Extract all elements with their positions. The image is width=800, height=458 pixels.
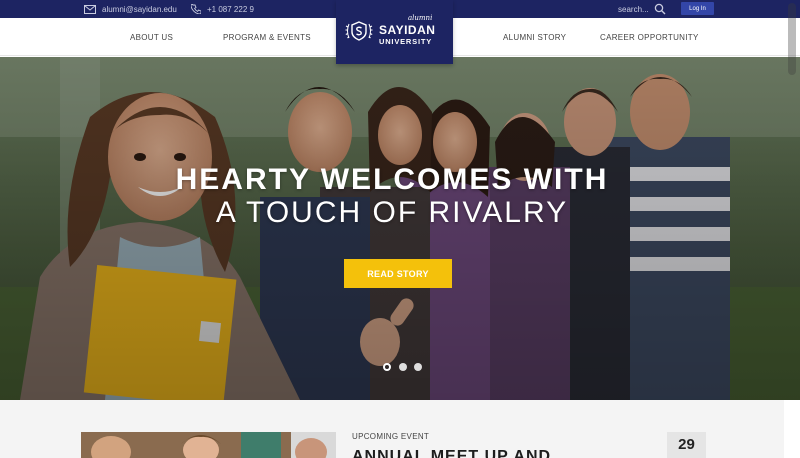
nav-item-alumni-story[interactable]: ALUMNI STORY — [503, 18, 566, 56]
read-story-button[interactable]: READ STORY — [344, 259, 452, 288]
login-button[interactable]: Log In — [681, 2, 714, 15]
event-title[interactable]: ANNUAL MEET UP AND — [352, 448, 551, 458]
logo-subtitle: UNIVERSITY — [379, 37, 433, 46]
event-day: 29 — [678, 436, 695, 453]
envelope-icon — [84, 4, 96, 14]
university-emblem-icon — [345, 21, 373, 41]
scrollbar-thumb[interactable] — [788, 3, 796, 75]
phone-icon — [191, 4, 201, 14]
hero-title: HEARTY WELCOMES WITH — [175, 163, 609, 196]
search-icon[interactable] — [654, 3, 666, 15]
phone-text: +1 087 222 9 — [207, 4, 254, 14]
slider-dot-2[interactable] — [399, 363, 407, 371]
event-date-badge: 29 — [667, 432, 706, 458]
phone-contact[interactable]: +1 087 222 9 — [191, 0, 254, 18]
upcoming-event-section: UPCOMING EVENT ANNUAL MEET UP AND 29 — [0, 400, 784, 458]
email-text: alumni@sayidan.edu — [102, 4, 177, 14]
nav-item-about-us[interactable]: ABOUT US — [130, 18, 173, 56]
nav-item-career-opportunity[interactable]: CAREER OPPORTUNITY — [600, 18, 699, 56]
hero-subtitle: A TOUCH OF RIVALRY — [215, 196, 569, 229]
slider-dot-3[interactable] — [414, 363, 422, 371]
slider-dot-1[interactable] — [383, 363, 391, 371]
hero-slider: HEARTY WELCOMES WITH A TOUCH OF RIVALRY … — [0, 57, 800, 400]
logo-alumni-text: alumni — [408, 14, 433, 22]
event-photo — [81, 432, 336, 458]
email-contact[interactable]: alumni@sayidan.edu — [84, 0, 177, 18]
site-logo[interactable]: alumni SAYIDAN UNIVERSITY — [336, 0, 453, 64]
event-label: UPCOMING EVENT — [352, 432, 430, 441]
search-placeholder: search... — [618, 4, 649, 14]
logo-name: SAYIDAN — [379, 23, 436, 37]
nav-item-program-events[interactable]: PROGRAM & EVENTS — [223, 18, 311, 56]
